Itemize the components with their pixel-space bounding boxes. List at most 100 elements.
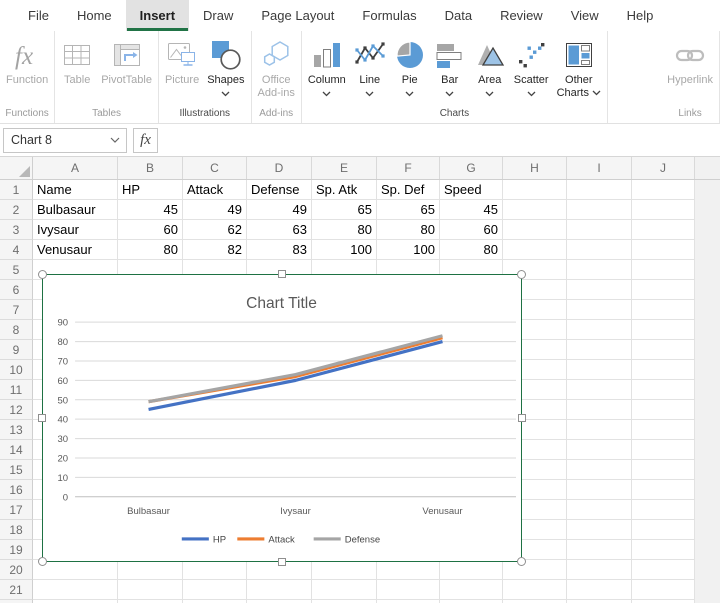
cell-j20[interactable]	[632, 560, 695, 580]
row-header-18[interactable]: 18	[0, 520, 33, 540]
column-header-d[interactable]: D	[247, 157, 312, 179]
cell-j18[interactable]	[632, 520, 695, 540]
chart-handle-bottom-left[interactable]	[38, 557, 47, 566]
cell-f2[interactable]: 65	[377, 200, 440, 220]
cell-g20[interactable]	[440, 560, 503, 580]
cell-i21[interactable]	[567, 580, 632, 600]
column-header-g[interactable]: G	[440, 157, 503, 179]
chart-handle-top-left[interactable]	[38, 270, 47, 279]
row-header-9[interactable]: 9	[0, 340, 33, 360]
cell-a3[interactable]: Ivysaur	[33, 220, 118, 240]
tab-insert[interactable]: Insert	[126, 0, 189, 31]
row-header-12[interactable]: 12	[0, 400, 33, 420]
ribbon-button-shapes[interactable]: Shapes	[203, 34, 248, 99]
cell-e20[interactable]	[312, 560, 377, 580]
cell-i10[interactable]	[567, 360, 632, 380]
cell-e4[interactable]: 100	[312, 240, 377, 260]
cell-a21[interactable]	[33, 580, 118, 600]
cell-b2[interactable]: 45	[118, 200, 183, 220]
row-header-19[interactable]: 19	[0, 540, 33, 560]
name-box[interactable]: Chart 8	[3, 128, 127, 153]
column-header-e[interactable]: E	[312, 157, 377, 179]
cell-c3[interactable]: 62	[183, 220, 247, 240]
cell-f3[interactable]: 80	[377, 220, 440, 240]
cell-f20[interactable]	[377, 560, 440, 580]
cell-h3[interactable]	[503, 220, 567, 240]
cell-e2[interactable]: 65	[312, 200, 377, 220]
row-header-3[interactable]: 3	[0, 220, 33, 240]
cell-i15[interactable]	[567, 460, 632, 480]
cell-i3[interactable]	[567, 220, 632, 240]
tab-help[interactable]: Help	[613, 0, 668, 31]
cell-f4[interactable]: 100	[377, 240, 440, 260]
column-header-i[interactable]: I	[567, 157, 632, 179]
ribbon-button-column[interactable]: Column	[304, 34, 350, 99]
cell-j16[interactable]	[632, 480, 695, 500]
cell-i14[interactable]	[567, 440, 632, 460]
cell-d21[interactable]	[247, 580, 312, 600]
cell-j5[interactable]	[632, 260, 695, 280]
cell-a1[interactable]: Name	[33, 180, 118, 200]
row-header-20[interactable]: 20	[0, 560, 33, 580]
chart-handle-top-right[interactable]	[517, 270, 526, 279]
tab-view[interactable]: View	[557, 0, 613, 31]
cell-b3[interactable]: 60	[118, 220, 183, 240]
row-header-15[interactable]: 15	[0, 460, 33, 480]
name-box-chevron-down-icon[interactable]	[110, 137, 120, 144]
tab-draw[interactable]: Draw	[189, 0, 247, 31]
cell-g21[interactable]	[440, 580, 503, 600]
row-header-7[interactable]: 7	[0, 300, 33, 320]
cell-d4[interactable]: 83	[247, 240, 312, 260]
cell-j2[interactable]	[632, 200, 695, 220]
cell-c2[interactable]: 49	[183, 200, 247, 220]
column-header-j[interactable]: J	[632, 157, 695, 179]
row-header-13[interactable]: 13	[0, 420, 33, 440]
cell-h20[interactable]	[503, 560, 567, 580]
row-header-10[interactable]: 10	[0, 360, 33, 380]
chart-handle-middle-left[interactable]	[38, 414, 46, 422]
tab-review[interactable]: Review	[486, 0, 557, 31]
row-header-6[interactable]: 6	[0, 280, 33, 300]
cell-j14[interactable]	[632, 440, 695, 460]
row-header-21[interactable]: 21	[0, 580, 33, 600]
ribbon-button-pie[interactable]: Pie	[390, 34, 430, 99]
row-header-8[interactable]: 8	[0, 320, 33, 340]
cell-j13[interactable]	[632, 420, 695, 440]
cell-i18[interactable]	[567, 520, 632, 540]
formula-input[interactable]	[164, 128, 720, 153]
cell-j15[interactable]	[632, 460, 695, 480]
chart-handle-middle-right[interactable]	[518, 414, 526, 422]
cell-i12[interactable]	[567, 400, 632, 420]
tab-formulas[interactable]: Formulas	[348, 0, 430, 31]
cell-j6[interactable]	[632, 280, 695, 300]
cell-a4[interactable]: Venusaur	[33, 240, 118, 260]
ribbon-button-scatter[interactable]: Scatter	[510, 34, 553, 99]
tab-data[interactable]: Data	[431, 0, 486, 31]
cell-j19[interactable]	[632, 540, 695, 560]
cell-c1[interactable]: Attack	[183, 180, 247, 200]
cell-b1[interactable]: HP	[118, 180, 183, 200]
cell-i16[interactable]	[567, 480, 632, 500]
row-header-11[interactable]: 11	[0, 380, 33, 400]
cell-i20[interactable]	[567, 560, 632, 580]
cell-c20[interactable]	[183, 560, 247, 580]
cell-f1[interactable]: Sp. Def	[377, 180, 440, 200]
chart-handle-top-middle[interactable]	[278, 270, 286, 278]
chart-handle-bottom-middle[interactable]	[278, 558, 286, 566]
cell-b20[interactable]	[118, 560, 183, 580]
cell-e1[interactable]: Sp. Atk	[312, 180, 377, 200]
cell-b21[interactable]	[118, 580, 183, 600]
cell-i6[interactable]	[567, 280, 632, 300]
row-header-2[interactable]: 2	[0, 200, 33, 220]
cell-j8[interactable]	[632, 320, 695, 340]
cell-d3[interactable]: 63	[247, 220, 312, 240]
ribbon-button-line[interactable]: Line	[350, 34, 390, 99]
embedded-chart[interactable]: 0102030405060708090BulbasaurIvysaurVenus…	[42, 274, 522, 562]
cell-i5[interactable]	[567, 260, 632, 280]
insert-function-button[interactable]: fx	[133, 128, 158, 153]
cell-j21[interactable]	[632, 580, 695, 600]
cell-d2[interactable]: 49	[247, 200, 312, 220]
cell-i1[interactable]	[567, 180, 632, 200]
cell-g1[interactable]: Speed	[440, 180, 503, 200]
row-header-17[interactable]: 17	[0, 500, 33, 520]
